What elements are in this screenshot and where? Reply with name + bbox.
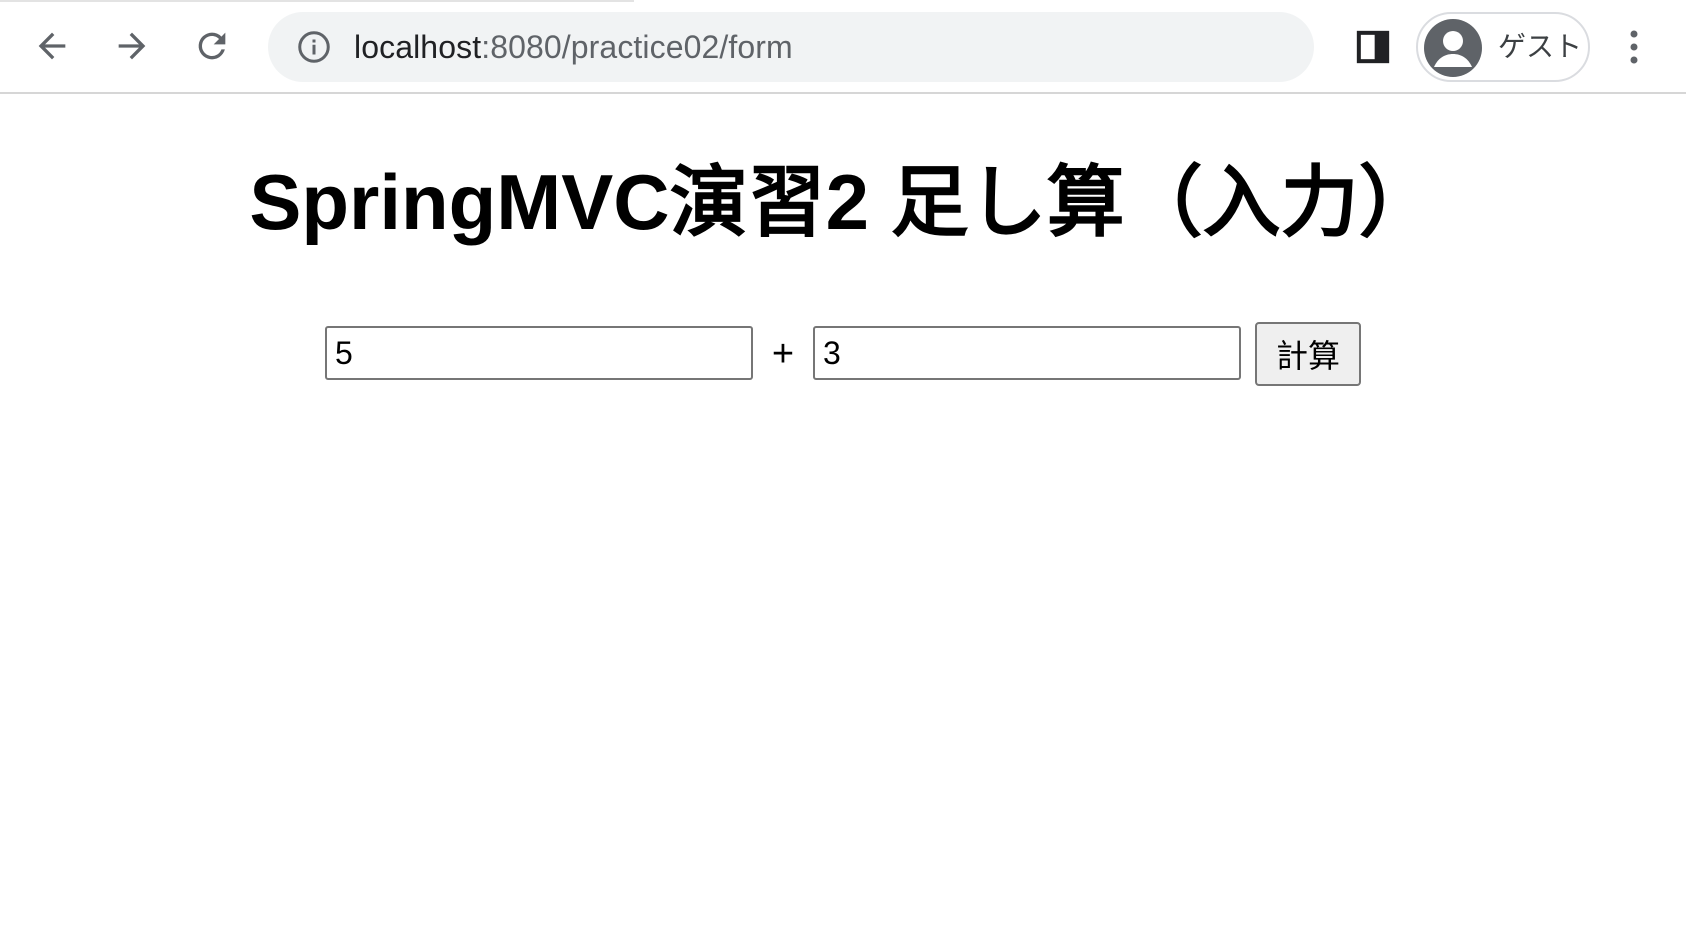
kebab-menu-icon (1630, 30, 1638, 64)
first-number-input[interactable] (325, 326, 753, 380)
url-path: :8080/practice02/form (481, 29, 793, 65)
forward-button[interactable] (106, 20, 158, 72)
profile-label: ゲスト (1498, 31, 1583, 62)
side-panel-icon (1356, 30, 1390, 64)
tab-strip-edge (0, 0, 634, 2)
plus-operator: + (771, 333, 795, 375)
url-text[interactable]: localhost:8080/practice02/form (354, 12, 793, 82)
page-content: SpringMVC演習2 足し算（入力） + 計算 (0, 96, 1686, 932)
reload-button[interactable] (186, 20, 238, 72)
second-number-input[interactable] (813, 326, 1241, 380)
back-arrow-icon (38, 32, 66, 60)
person-icon (1424, 19, 1482, 77)
url-host: localhost (354, 29, 482, 65)
browser-toolbar: localhost:8080/practice02/form ゲスト (0, 0, 1686, 94)
info-icon[interactable] (294, 27, 334, 67)
address-bar[interactable]: localhost:8080/practice02/form (268, 12, 1314, 82)
addition-form: + 計算 (325, 322, 1365, 386)
side-panel-button[interactable] (1348, 22, 1398, 72)
back-button[interactable] (26, 20, 78, 72)
page-title: SpringMVC演習2 足し算（入力） (249, 158, 1437, 246)
browser-menu-button[interactable] (1616, 22, 1652, 72)
reload-icon (198, 32, 226, 60)
forward-arrow-icon (118, 32, 146, 60)
profile-button[interactable]: ゲスト (1416, 12, 1590, 82)
calculate-button[interactable]: 計算 (1255, 322, 1361, 386)
